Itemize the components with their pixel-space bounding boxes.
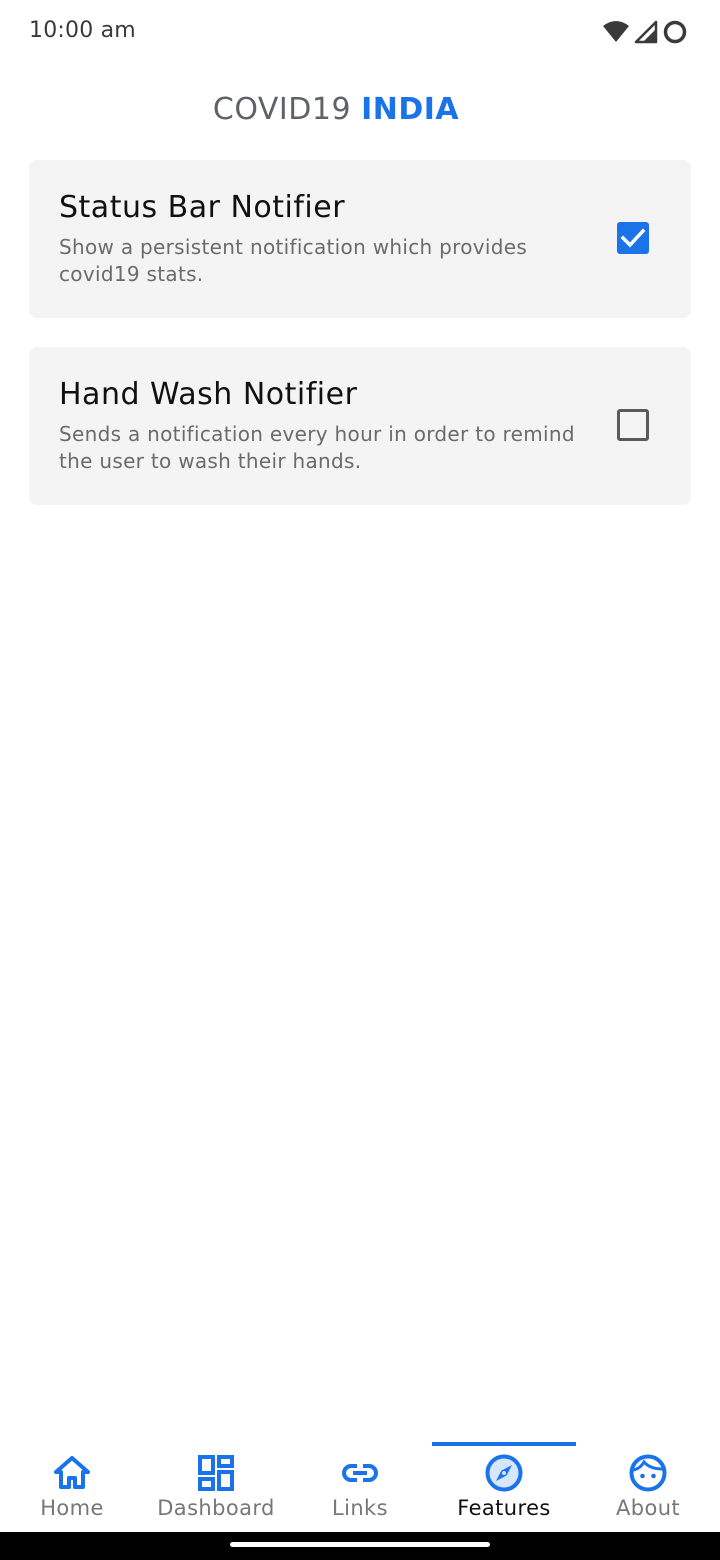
app-title-primary: COVID19 [212, 92, 352, 127]
status-bar-notifier-checkbox[interactable] [617, 222, 649, 254]
feature-description: Show a persistent notification which pro… [59, 235, 528, 286]
nav-item-dashboard[interactable]: Dashboard [144, 1440, 288, 1532]
nav-label-features: Features [457, 1496, 551, 1520]
battery-icon [662, 19, 688, 45]
link-icon [342, 1464, 378, 1482]
hand-wash-notifier-checkbox[interactable] [617, 409, 649, 441]
feature-description: Sends a notification every hour in order… [59, 422, 575, 473]
wifi-icon [602, 20, 630, 44]
signal-icon [634, 20, 658, 44]
nav-label-links: Links [332, 1496, 388, 1520]
app-title-accent: INDIA [361, 92, 460, 127]
status-bar: 10:00 am [0, 0, 720, 64]
status-icons [602, 17, 688, 47]
status-time: 10:00 am [29, 18, 136, 43]
bottom-navigation: Home Dashboard Links Features About [0, 1440, 720, 1532]
app-title: COVID19 INDIA [0, 92, 672, 127]
home-icon [54, 1456, 90, 1489]
feature-card-status-bar-notifier[interactable]: Status Bar Notifier Show a persistent no… [29, 160, 691, 318]
nav-item-about[interactable]: About [576, 1440, 720, 1532]
face-icon [629, 1454, 667, 1492]
nav-item-links[interactable]: Links [288, 1440, 432, 1532]
feature-title: Hand Wash Notifier [59, 377, 358, 412]
gesture-navigation-bar [0, 1532, 720, 1560]
feature-title: Status Bar Notifier [59, 190, 346, 225]
nav-item-features[interactable]: Features [432, 1440, 576, 1532]
gesture-handle[interactable] [230, 1542, 490, 1547]
compass-icon [485, 1454, 523, 1492]
feature-card-hand-wash-notifier[interactable]: Hand Wash Notifier Sends a notification … [29, 347, 691, 505]
checkmark-icon [620, 228, 646, 248]
nav-label-home: Home [40, 1496, 104, 1520]
nav-label-about: About [615, 1496, 681, 1520]
nav-label-dashboard: Dashboard [157, 1496, 275, 1520]
dashboard-icon [198, 1455, 234, 1491]
nav-item-home[interactable]: Home [0, 1440, 144, 1532]
